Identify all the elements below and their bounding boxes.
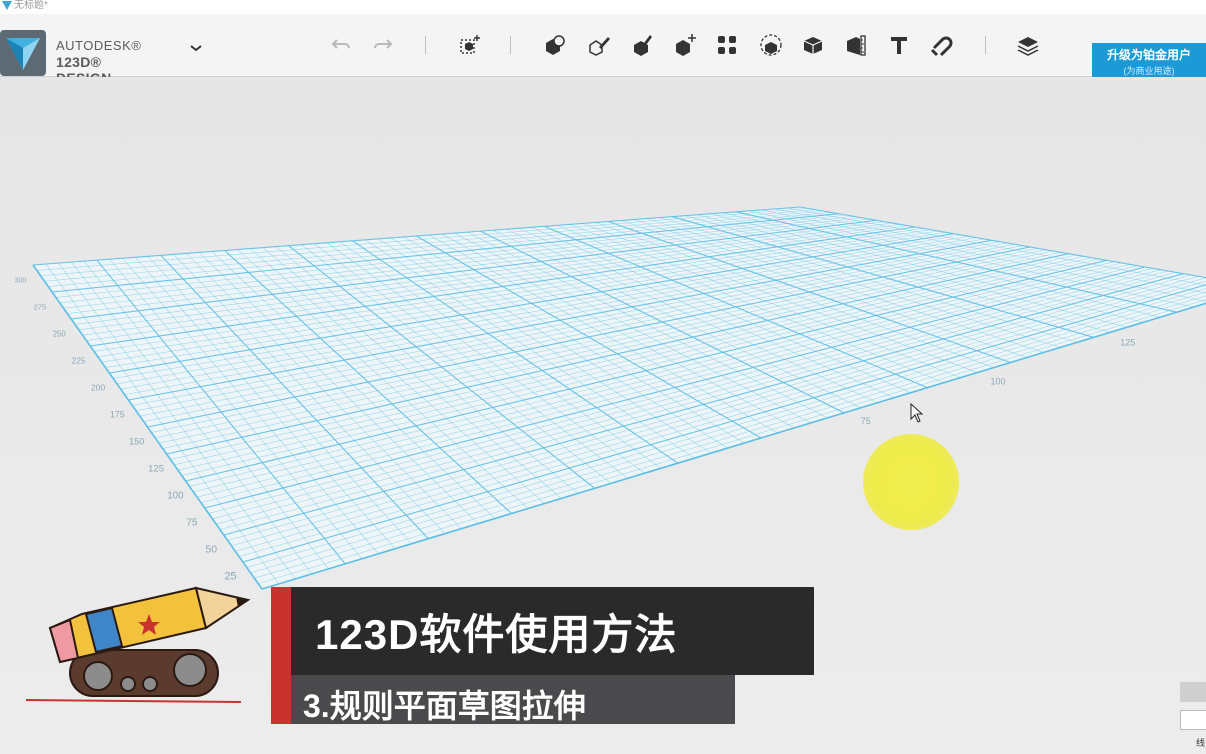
app-logo-icon bbox=[2, 1, 12, 10]
axis-tick-label: 150 bbox=[129, 437, 144, 447]
window-title: 无标题* bbox=[14, 0, 48, 11]
axis-tick-label: 100 bbox=[991, 377, 1006, 387]
chevron-down-icon[interactable] bbox=[186, 38, 206, 58]
caption-title: 123D软件使用方法 bbox=[315, 611, 678, 658]
snap-button[interactable] bbox=[926, 30, 956, 60]
axis-tick-label: 300 bbox=[15, 277, 27, 285]
pattern-button[interactable] bbox=[712, 30, 742, 60]
title-bar: 无标题* bbox=[0, 0, 1206, 14]
sketch-button[interactable] bbox=[584, 30, 614, 60]
caption-title-box: 123D软件使用方法 bbox=[291, 587, 814, 675]
primitives-button[interactable] bbox=[540, 30, 570, 60]
corner-label: 线 bbox=[1196, 738, 1206, 748]
transform-icon bbox=[460, 35, 480, 54]
measure-button[interactable] bbox=[841, 30, 871, 60]
combine-icon bbox=[803, 37, 823, 54]
undo-button[interactable] bbox=[326, 30, 356, 60]
construct-icon bbox=[634, 35, 652, 56]
materials-button[interactable] bbox=[1013, 30, 1043, 60]
measure-icon bbox=[847, 35, 866, 56]
axis-tick-label: 125 bbox=[1120, 337, 1135, 347]
cursor-highlight bbox=[863, 434, 959, 530]
upgrade-button[interactable]: 升级为铂金用户 (为商业用途) bbox=[1092, 43, 1206, 78]
axis-tick-label: 175 bbox=[110, 410, 125, 420]
axis-tick-label: 200 bbox=[91, 383, 105, 393]
123d-logo-icon bbox=[0, 30, 46, 76]
pattern-icon bbox=[718, 36, 736, 54]
primitives-icon bbox=[546, 35, 565, 55]
transform-button[interactable] bbox=[455, 30, 485, 60]
axis-tick-label: 250 bbox=[53, 330, 67, 339]
undo-icon bbox=[331, 39, 350, 49]
caption-subtitle-box: 3.规则平面草图拉伸 bbox=[291, 675, 735, 724]
corner-panel-button[interactable] bbox=[1180, 682, 1206, 702]
toolbar-separator bbox=[510, 36, 511, 54]
mouse-cursor-icon bbox=[910, 403, 924, 423]
axis-tick-label: 100 bbox=[167, 491, 184, 502]
axis-tick-label: 275 bbox=[34, 303, 47, 312]
corner-panel-input[interactable] bbox=[1180, 710, 1206, 730]
toolbar-separator bbox=[985, 36, 986, 54]
main-toolbar: AUTODESK® 123D® DESIGN bbox=[0, 14, 1206, 86]
toolbar-separator bbox=[425, 36, 426, 54]
redo-button[interactable] bbox=[368, 30, 398, 60]
modify-button[interactable] bbox=[670, 30, 700, 60]
redo-icon bbox=[374, 39, 393, 49]
axis-tick-label: 75 bbox=[861, 416, 871, 426]
text-icon bbox=[891, 37, 907, 54]
group-icon bbox=[760, 34, 782, 56]
upgrade-label: 升级为铂金用户 bbox=[1106, 48, 1191, 62]
materials-icon bbox=[1017, 37, 1039, 56]
axis-tick-label: 50 bbox=[205, 544, 217, 556]
axis-tick-label: 75 bbox=[186, 518, 198, 529]
brand-line1: AUTODESK® bbox=[56, 38, 142, 53]
modify-icon bbox=[676, 34, 696, 56]
sketch-icon bbox=[589, 37, 610, 56]
caption-subtitle: 3.规则平面草图拉伸 bbox=[303, 688, 586, 724]
construct-button[interactable] bbox=[628, 30, 658, 60]
text-button[interactable] bbox=[884, 30, 914, 60]
axis-tick-label: 225 bbox=[72, 357, 86, 366]
group-button[interactable] bbox=[756, 30, 786, 60]
snap-icon bbox=[930, 36, 953, 57]
axis-tick-label: 125 bbox=[148, 464, 164, 475]
combine-button[interactable] bbox=[798, 30, 828, 60]
upgrade-sublabel: (为商业用途) bbox=[1123, 66, 1175, 76]
pencil-tank-logo-icon bbox=[26, 586, 251, 703]
caption-accent-bar bbox=[271, 587, 291, 724]
